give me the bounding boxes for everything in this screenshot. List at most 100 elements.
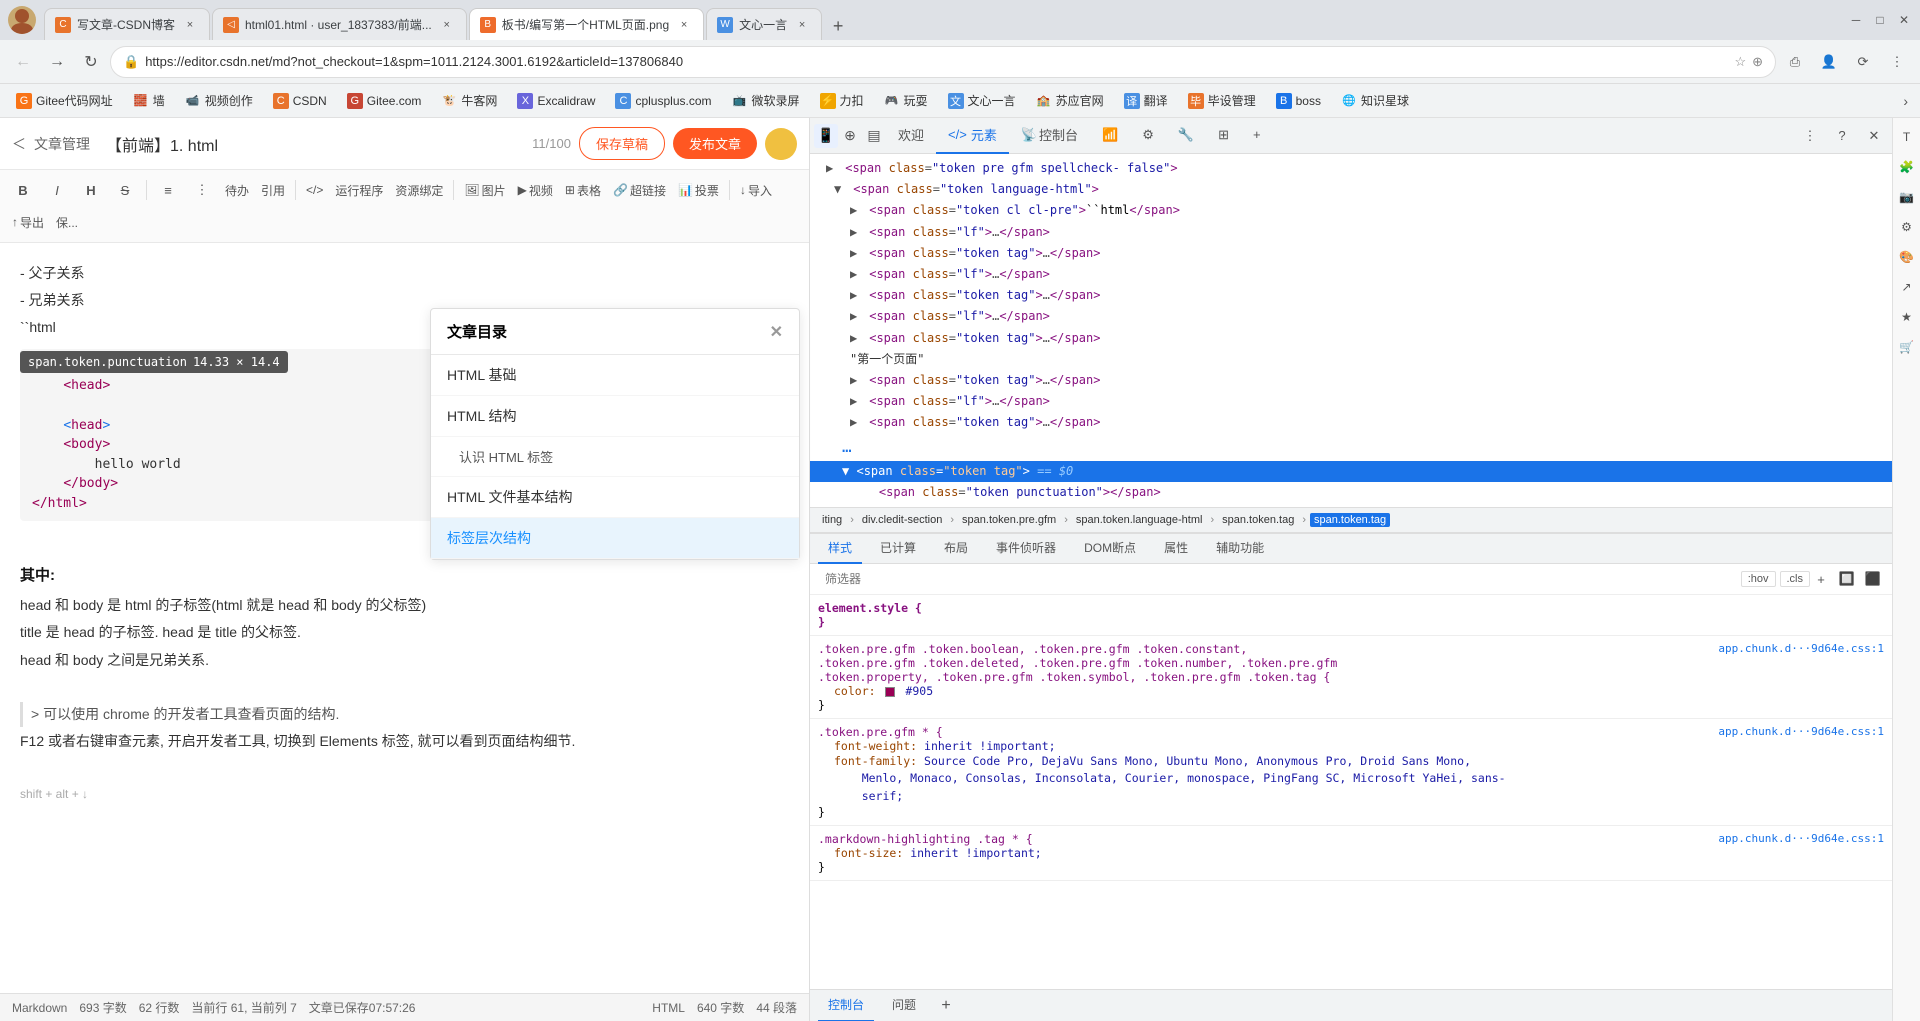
bookmark-video[interactable]: 📹 视频创作	[177, 88, 261, 114]
toc-close-button[interactable]: ✕	[770, 322, 783, 342]
bookmark-translate[interactable]: 译 翻译	[1116, 88, 1176, 114]
image-button[interactable]: 🖼 图片	[460, 176, 509, 204]
settings-button[interactable]: ⋮	[1882, 47, 1912, 77]
css-source-3[interactable]: app.chunk.d···9d64e.css:1	[1718, 832, 1884, 845]
bookmark-bishi[interactable]: 毕 毕设管理	[1180, 88, 1264, 114]
css-source-2[interactable]: app.chunk.d···9d64e.css:1	[1718, 725, 1884, 738]
side-icon-2[interactable]: 🧩	[1896, 156, 1918, 178]
maximize-button[interactable]: □	[1872, 12, 1888, 28]
forward-button[interactable]: →	[42, 47, 72, 77]
side-icon-5[interactable]: 🎨	[1896, 246, 1918, 268]
tab-html01[interactable]: ◁ html01.html · user_1837383/前端... ×	[212, 8, 467, 40]
side-icon-4[interactable]: ⚙	[1896, 216, 1918, 238]
table-button[interactable]: ⊞ 表格	[561, 176, 605, 204]
vote-button[interactable]: 📊 投票	[674, 176, 723, 204]
bc-item-pregfm[interactable]: span.token.pre.gfm	[958, 513, 1060, 527]
devtools-tab-memory[interactable]: ⊞	[1206, 118, 1241, 154]
code-inline-button[interactable]: </>	[302, 176, 327, 204]
bookmark-cplusplus[interactable]: C cplusplus.com	[607, 88, 719, 114]
back-button[interactable]: ←	[8, 47, 38, 77]
dom-line-text-page[interactable]: "第一个页面"	[810, 349, 1892, 370]
code-run-button[interactable]: 运行程序	[331, 176, 387, 204]
quote-button[interactable]: 引用	[257, 176, 289, 204]
extensions-button[interactable]: ⎙	[1780, 47, 1810, 77]
styles-tab-properties[interactable]: 属性	[1154, 534, 1198, 564]
todo-button[interactable]: 待办	[221, 176, 253, 204]
side-icon-3[interactable]: 📷	[1896, 186, 1918, 208]
strikethrough-button[interactable]: S	[110, 176, 140, 204]
address-bar[interactable]: 🔒 https://editor.csdn.net/md?not_checkou…	[110, 46, 1776, 78]
bookmark-excalidraw[interactable]: X Excalidraw	[509, 88, 603, 114]
bc-item-langhtml[interactable]: span.token.language-html	[1072, 513, 1207, 527]
new-tab-button[interactable]: +	[824, 12, 852, 40]
save-draft-button[interactable]: 保存草稿	[579, 127, 665, 160]
article-mgmt-label[interactable]: 文章管理	[34, 134, 90, 154]
profile-button[interactable]: 👤	[1814, 47, 1844, 77]
dom-line-5[interactable]: ▶ <span class="token tag">…</span>	[810, 243, 1892, 264]
video-button[interactable]: ▶ 视频	[514, 176, 557, 204]
import-button[interactable]: ↓ 导入	[736, 176, 776, 204]
bookmark-niuke[interactable]: 🐮 牛客网	[433, 88, 505, 114]
italic-button[interactable]: I	[42, 176, 72, 204]
styles-tab-computed[interactable]: 已计算	[870, 534, 926, 564]
bookmark-gitee-code[interactable]: G Gitee代码网址	[8, 88, 121, 114]
side-icon-8[interactable]: 🛒	[1896, 336, 1918, 358]
bookmark-zhishi[interactable]: 🌐 知识星球	[1333, 88, 1417, 114]
dom-line-4[interactable]: ▶ <span class="lf">…</span>	[810, 222, 1892, 243]
star-icon[interactable]: ☆	[1734, 54, 1746, 70]
devtools-more-button[interactable]: ⋮	[1796, 122, 1824, 150]
devtools-tab-welcome[interactable]: 欢迎	[886, 118, 936, 154]
toc-item-html-tags[interactable]: 认识 HTML 标签	[431, 437, 799, 477]
heading-button[interactable]: H	[76, 176, 106, 204]
reload-button[interactable]: ↻	[76, 47, 106, 77]
devtools-tab-performance[interactable]: 🔧	[1166, 118, 1206, 154]
ordered-list-button[interactable]: ⋮	[187, 176, 217, 204]
devtools-tab-sources[interactable]: 📶	[1090, 118, 1130, 154]
console-tool[interactable]: ▤	[862, 124, 886, 148]
link-button[interactable]: 🔗 超链接	[609, 176, 670, 204]
bookmark-wenxin-yiyan[interactable]: 文 文心一言	[940, 88, 1024, 114]
dom-line-1[interactable]: ▶ <span class="token pre gfm spellcheck-…	[810, 158, 1892, 179]
selector-input[interactable]	[818, 569, 1741, 589]
add-style-icon[interactable]: +	[1810, 568, 1832, 590]
styles-tab-dombreakpoints[interactable]: DOM断点	[1074, 534, 1146, 564]
bookmark-boss[interactable]: B boss	[1268, 88, 1329, 114]
bookmark-gitee-com[interactable]: G Gitee.com	[339, 88, 430, 114]
style-option-2-icon[interactable]: ⬛	[1862, 568, 1884, 590]
dom-line-8[interactable]: ▶ <span class="lf">…</span>	[810, 306, 1892, 327]
pseudo-cls-button[interactable]: .cls	[1780, 571, 1811, 587]
bookmark-wall[interactable]: 🧱 墙	[125, 88, 173, 114]
pseudo-hov-button[interactable]: :hov	[1741, 571, 1776, 587]
device-toolbar-toggle[interactable]: 📱	[814, 124, 838, 148]
tab-png[interactable]: B 板书/编写第一个HTML页面.png ×	[469, 8, 704, 40]
console-add-button[interactable]: +	[934, 994, 958, 1018]
bookmark-play[interactable]: 🎮 玩耍	[876, 88, 936, 114]
dom-line-3[interactable]: ▶ <span class="token cl cl-pre">``html</…	[810, 200, 1892, 221]
dom-line-expand-dots[interactable]: …	[810, 433, 1892, 461]
dom-line-7[interactable]: ▶ <span class="token tag">…</span>	[810, 285, 1892, 306]
styles-tab-styles[interactable]: 样式	[818, 534, 862, 564]
styles-tab-layout[interactable]: 布局	[934, 534, 978, 564]
unordered-list-button[interactable]: ≡	[153, 176, 183, 204]
tab-wenxin[interactable]: W 文心一言 ×	[706, 8, 822, 40]
toc-item-tag-hierarchy[interactable]: 标签层次结构	[431, 518, 799, 559]
tab-close-csdn[interactable]: ×	[181, 16, 199, 34]
bold-button[interactable]: B	[8, 176, 38, 204]
more-button[interactable]: 保...	[52, 208, 82, 236]
bc-item-tag1[interactable]: span.token.tag	[1218, 513, 1298, 527]
dom-tree[interactable]: ▶ <span class="token pre gfm spellcheck-…	[810, 154, 1892, 507]
devtools-close-button[interactable]: ✕	[1860, 122, 1888, 150]
styles-tab-accessibility[interactable]: 辅助功能	[1206, 534, 1274, 564]
publish-button[interactable]: 发布文章	[673, 128, 757, 159]
dom-line-punct-1[interactable]: <span class="token punctuation"></span>	[810, 482, 1892, 503]
profile-avatar[interactable]	[8, 6, 36, 34]
export-button[interactable]: ↑ 导出	[8, 208, 48, 236]
side-icon-7[interactable]: ★	[1896, 306, 1918, 328]
dom-line-9[interactable]: ▶ <span class="token tag">…</span>	[810, 328, 1892, 349]
bookmark-screen-record[interactable]: 📺 微软录屏	[724, 88, 808, 114]
back-arrow[interactable]: ＜	[12, 134, 26, 154]
minimize-button[interactable]: ─	[1848, 12, 1864, 28]
tab-csdn[interactable]: C 写文章-CSDN博客 ×	[44, 8, 210, 40]
sync-button[interactable]: ⟳	[1848, 47, 1878, 77]
side-icon-1[interactable]: T	[1896, 126, 1918, 148]
